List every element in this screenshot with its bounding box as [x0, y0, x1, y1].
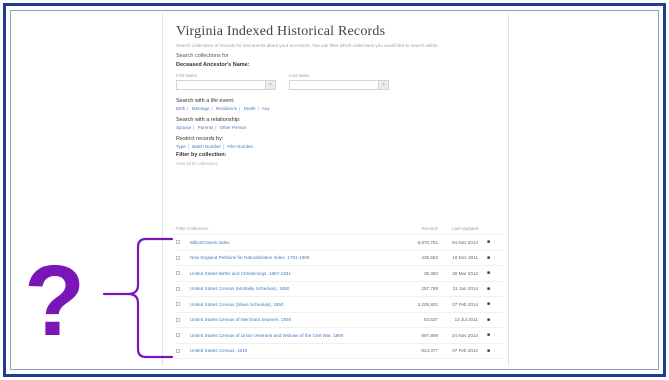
- life-event-death[interactable]: Death: [244, 106, 256, 111]
- life-event-residence[interactable]: Residence: [216, 106, 237, 111]
- question-mark-annotation: ?: [24, 245, 86, 357]
- restrict-label: Restrict records by:: [176, 136, 224, 142]
- header-last-updated: Last Updated: [451, 226, 478, 231]
- camera-icon[interactable]: ■: [478, 301, 490, 307]
- life-event-label: Search with a life event:: [176, 98, 235, 104]
- restrict-batch-number[interactable]: Batch Number: [192, 144, 221, 149]
- camera-icon[interactable]: ■: [478, 317, 490, 323]
- last-updated: 24 Nov 2014: [451, 332, 478, 338]
- header-filter-collections: Filter Collections: [176, 226, 209, 231]
- last-updated: 04 Nov 2014: [451, 239, 478, 245]
- life-event-links: Birth | Marriage | Residence | Death | Any: [176, 106, 270, 111]
- restrict-links: Type | Batch Number | Film Number: [176, 144, 254, 149]
- last-name-label: Last Name: [289, 73, 310, 78]
- collections-table: Filter Collections Records Last Updated …: [176, 226, 502, 359]
- search-collections-label: Search collections for: [176, 53, 229, 59]
- records-count: 897,899: [421, 332, 438, 338]
- records-count: 824,377: [421, 348, 438, 354]
- records-count: 3,205,801: [417, 301, 438, 307]
- intro-text: Search collections of records for docume…: [176, 43, 439, 48]
- page-title: Virginia Indexed Historical Records: [176, 24, 386, 39]
- search-panel: Virginia Indexed Historical Records Sear…: [176, 24, 516, 166]
- last-updated: 12 Jul 2011: [454, 317, 478, 323]
- table-header: Filter Collections Records Last Updated: [176, 226, 502, 235]
- restrict-film-number[interactable]: Film Number: [227, 144, 253, 149]
- life-event-marriage[interactable]: Marriage: [192, 106, 210, 111]
- collection-name-link[interactable]: New England Petitions for Naturalization…: [190, 255, 408, 261]
- filter-collection-label: Filter by collection:: [176, 152, 227, 158]
- table-row[interactable]: United States Census, 1810 824,377 07 Feb …: [176, 344, 502, 359]
- camera-icon[interactable]: ■: [478, 239, 490, 245]
- last-updated: 31 Jan 2014: [452, 286, 478, 292]
- table-row[interactable]: United States Census of Union Veterans a…: [176, 328, 502, 344]
- collection-name-link[interactable]: BillionGraves Index: [190, 240, 408, 246]
- collection-name-link[interactable]: United States Census of Merchant Seamen,…: [190, 317, 408, 323]
- first-name-label: First Name: [176, 73, 198, 78]
- collection-checkbox[interactable]: [176, 317, 180, 322]
- collection-name-link[interactable]: United States Census (Mortality Schedule…: [190, 286, 408, 292]
- camera-icon[interactable]: ■: [478, 332, 490, 338]
- table-row[interactable]: New England Petitions for Naturalization…: [176, 251, 502, 266]
- collection-name-link[interactable]: United States Census of Union Veterans a…: [190, 333, 408, 339]
- last-name-input[interactable]: ×: [289, 80, 389, 90]
- collection-name-link[interactable]: United States Births and Christenings, 1…: [190, 271, 408, 277]
- view-all-collections-link[interactable]: View all 51 collections: [176, 161, 516, 166]
- collection-checkbox[interactable]: [176, 240, 180, 245]
- deceased-name-label: Deceased Ancestor's Name:: [176, 62, 250, 68]
- collection-checkbox[interactable]: [176, 286, 180, 291]
- last-updated: 07 Feb 2014: [452, 301, 478, 307]
- collection-checkbox[interactable]: [176, 255, 180, 260]
- relationship-spouse[interactable]: Spouse: [176, 125, 191, 130]
- table-row[interactable]: United States Census (Mortality Schedule…: [176, 282, 502, 297]
- relationship-parents[interactable]: Parents: [198, 125, 214, 130]
- records-count: 35,350: [423, 270, 438, 276]
- relationship-label: Search with a relationship:: [176, 117, 241, 123]
- camera-icon[interactable]: ■: [478, 348, 490, 354]
- relationship-links: Spouse | Parents | Other Person: [176, 125, 247, 130]
- collection-checkbox[interactable]: [176, 302, 180, 307]
- table-row[interactable]: BillionGraves Index 6,870,761 04 Nov 2014 ■: [176, 235, 502, 251]
- collection-checkbox[interactable]: [176, 333, 180, 338]
- table-row[interactable]: United States Census (Slave Schedule), 1…: [176, 297, 502, 313]
- last-updated: 07 Feb 2012: [452, 348, 478, 354]
- life-event-birth[interactable]: Birth: [176, 106, 185, 111]
- camera-icon[interactable]: ■: [478, 255, 490, 261]
- relationship-other[interactable]: Other Person: [220, 125, 247, 130]
- records-count: 257,789: [421, 286, 438, 292]
- collection-checkbox[interactable]: [176, 271, 180, 276]
- records-count: 6,870,761: [417, 239, 438, 245]
- camera-icon[interactable]: ■: [478, 286, 490, 292]
- camera-icon[interactable]: ■: [478, 270, 490, 276]
- clear-icon[interactable]: ×: [265, 81, 275, 89]
- collection-checkbox[interactable]: [176, 348, 180, 353]
- last-updated: 30 Mar 2012: [452, 270, 478, 276]
- header-records: Records: [421, 226, 438, 231]
- first-name-input[interactable]: ×: [176, 80, 276, 90]
- collection-name-link[interactable]: United States Census (Slave Schedule), 1…: [190, 302, 408, 308]
- restrict-type[interactable]: Type: [176, 144, 186, 149]
- last-updated: 19 Dec 2011: [452, 255, 478, 261]
- table-row[interactable]: United States Census of Merchant Seamen,…: [176, 313, 502, 328]
- table-row[interactable]: United States Births and Christenings, 1…: [176, 266, 502, 282]
- records-count: 62,527: [423, 317, 438, 323]
- records-count: 435,653: [421, 255, 438, 261]
- clear-icon[interactable]: ×: [378, 81, 388, 89]
- collection-name-link[interactable]: United States Census, 1810: [190, 348, 408, 354]
- life-event-any[interactable]: Any: [262, 106, 270, 111]
